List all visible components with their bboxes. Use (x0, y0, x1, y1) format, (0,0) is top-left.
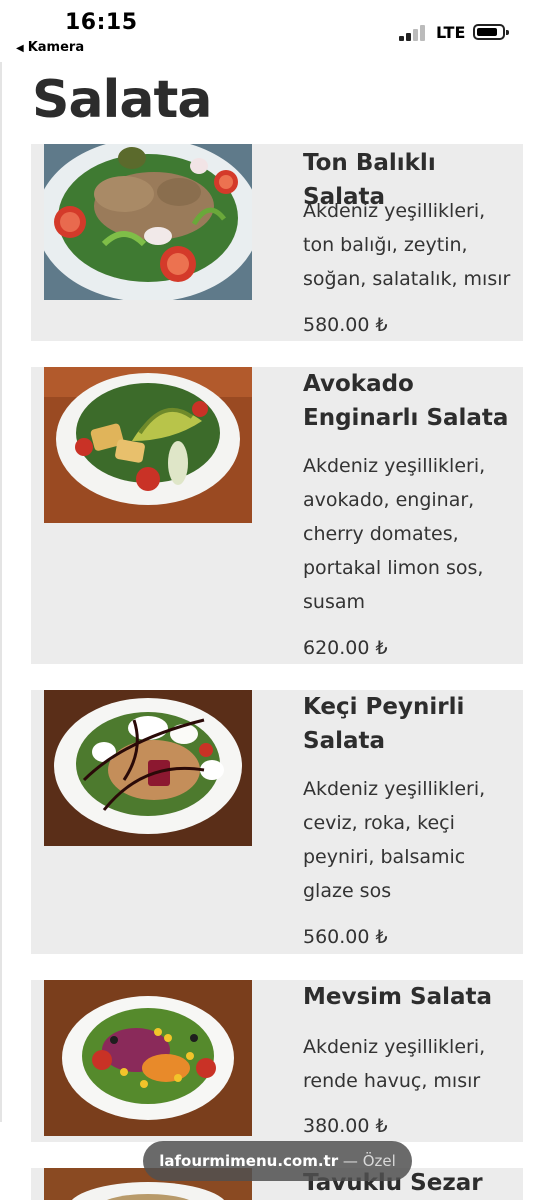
signal-icon (399, 25, 429, 41)
item-name: Keçi Peynirli Salata (303, 694, 465, 754)
menu-page: 16:15 ◀ Kamera LTE Salata Ton Balıklı Sa… (0, 0, 555, 1200)
item-description: Akdeniz yeşillikleri, ceviz, roka, keçi … (303, 778, 486, 902)
goat-cheese-salad-photo (44, 690, 252, 846)
back-label: Kamera (27, 40, 85, 55)
item-price: 560.00 ₺ (303, 926, 388, 948)
avocado-artichoke-salad-photo (44, 367, 252, 523)
item-description: Akdeniz yeşillikleri, ton balığı, zeytin… (303, 200, 511, 290)
left-edge-divider (0, 62, 2, 1122)
back-arrow-icon: ◀ (16, 43, 24, 54)
seasonal-salad-photo (44, 980, 252, 1136)
private-mode-label: Özel (362, 1152, 396, 1170)
menu-item-mevsim[interactable]: Mevsim Salata Akdeniz yeşillikleri, rend… (31, 980, 523, 1142)
item-description: Akdeniz yeşillikleri, rende havuç, mısır (303, 1036, 486, 1092)
address-separator: — (338, 1152, 363, 1170)
item-price: 620.00 ₺ (303, 637, 388, 659)
item-name: Avokado Enginarlı Salata (303, 371, 509, 431)
item-name: Mevsim Salata (303, 984, 493, 1010)
status-time: 16:15 (65, 10, 138, 35)
menu-item-avokado-enginarli[interactable]: Avokado Enginarlı Salata Akdeniz yeşilli… (31, 367, 523, 664)
menu-item-ton-balikli[interactable]: Ton Balıklı Salata Akdeniz yeşillikleri,… (31, 144, 523, 341)
menu-item-keci-peynirli[interactable]: Keçi Peynirli Salata Akdeniz yeşillikler… (31, 690, 523, 954)
battery-icon (473, 24, 509, 40)
status-bar: 16:15 ◀ Kamera LTE (0, 0, 555, 60)
item-description: Akdeniz yeşillikleri, avokado, enginar, … (303, 455, 486, 613)
page-title: Salata (32, 70, 212, 130)
address-host: lafourmimenu.com.tr (159, 1152, 339, 1170)
browser-address-pill[interactable]: lafourmimenu.com.tr — Özel (143, 1141, 412, 1181)
tuna-salad-photo (44, 144, 252, 300)
item-price: 580.00 ₺ (303, 314, 388, 336)
network-type: LTE (436, 23, 466, 42)
item-price: 380.00 ₺ (303, 1115, 388, 1137)
back-to-camera-link[interactable]: ◀ Kamera (16, 40, 84, 55)
